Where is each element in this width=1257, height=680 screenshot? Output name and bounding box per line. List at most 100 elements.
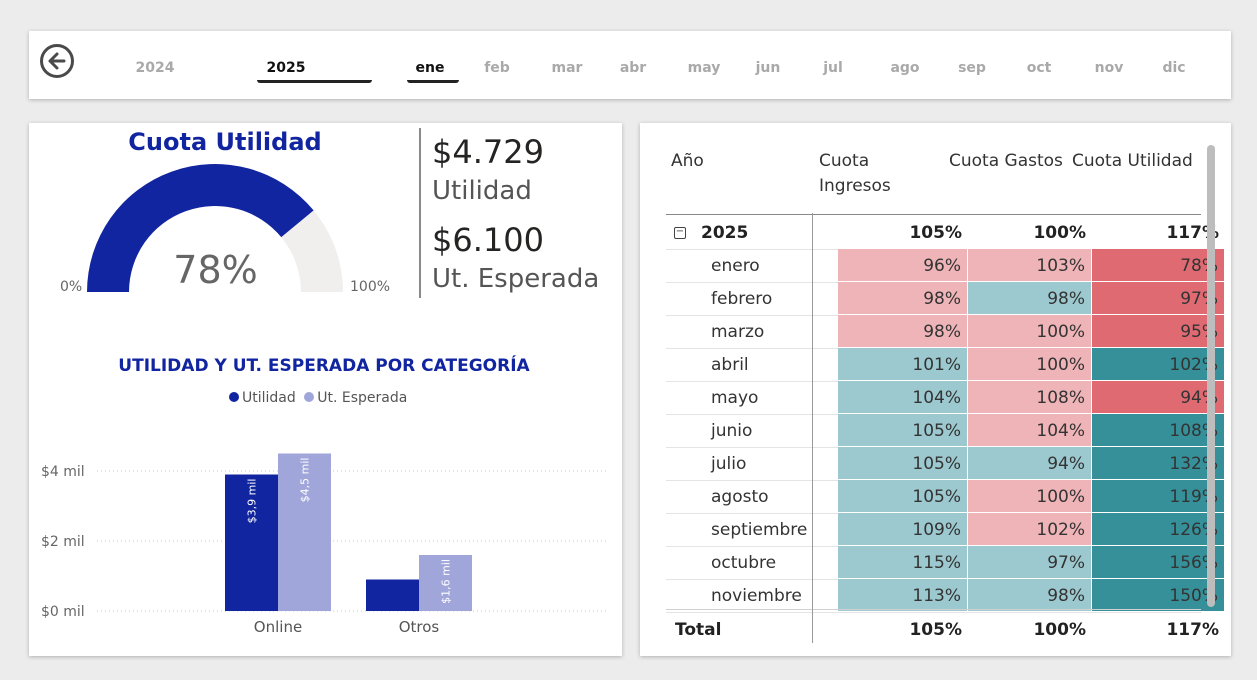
row-label: febrero (711, 289, 773, 309)
total-separator (666, 609, 1201, 610)
cuota-matrix-panel: Año Cuota Ingresos Cuota Gastos Cuota Ut… (640, 123, 1231, 656)
data-label: $4,5 mil (299, 458, 312, 503)
bar-utilidad-otros (366, 579, 419, 611)
cell-cuota-gastos: 97% (968, 546, 1092, 578)
cell-cuota-ingresos: 98% (838, 282, 968, 314)
cell-cuota-gastos: 100% (968, 348, 1092, 380)
cell-cuota-ingresos: 101% (838, 348, 968, 380)
cell-cuota-gastos: 100% (968, 480, 1092, 512)
year-row[interactable]: − 2025 105% 100% 117% (666, 216, 1219, 250)
data-label: $3,9 mil (246, 479, 259, 524)
month-jun[interactable]: jun (756, 60, 781, 76)
data-label: $1,6 mil (440, 559, 453, 604)
month-ago[interactable]: ago (890, 60, 919, 76)
cell-cuota-ingresos: 105% (909, 620, 962, 640)
row-label: septiembre (711, 520, 808, 540)
cell-cuota-gastos: 98% (968, 579, 1092, 611)
cell-cuota-gastos: 103% (968, 249, 1092, 281)
table-row[interactable]: marzo 98% 100% 95% (666, 315, 1225, 349)
table-row[interactable]: enero 96% 103% 78% (666, 249, 1225, 283)
table-row[interactable]: julio 105% 94% 132% (666, 447, 1225, 481)
cell-cuota-utilidad: 97% (1092, 282, 1225, 314)
row-label: enero (711, 256, 760, 276)
cell-cuota-gastos: 100% (968, 315, 1092, 347)
cell-cuota-ingresos: 96% (838, 249, 968, 281)
cell-cuota-utilidad: 108% (1092, 414, 1225, 446)
row-label: julio (711, 454, 747, 474)
selected-month-underline (407, 80, 459, 83)
y-tick-label: $4 mil (41, 464, 85, 480)
cell-cuota-gastos: 104% (968, 414, 1092, 446)
cell-cuota-utilidad: 117% (1166, 620, 1219, 640)
cell-cuota-ingresos: 105% (838, 480, 968, 512)
row-label: mayo (711, 388, 759, 408)
row-label: junio (711, 421, 753, 441)
cell-cuota-gastos: 108% (968, 381, 1092, 413)
month-abr[interactable]: abr (620, 60, 646, 76)
x-category-label: Otros (399, 618, 440, 636)
table-row[interactable]: febrero 98% 98% 97% (666, 282, 1225, 316)
table-row[interactable]: noviembre 113% 98% 150% (666, 579, 1225, 613)
row-label: noviembre (711, 586, 802, 606)
x-category-label: Online (254, 618, 302, 636)
table-row[interactable]: abril 101% 100% 102% (666, 348, 1225, 382)
cell-cuota-utilidad: 78% (1092, 249, 1225, 281)
y-tick-label: $0 mil (41, 604, 85, 620)
header-cuota-gastos[interactable]: Cuota Gastos (949, 149, 1063, 174)
month-mar[interactable]: mar (552, 60, 583, 76)
month-nov[interactable]: nov (1095, 60, 1124, 76)
collapse-minus-icon[interactable]: − (674, 227, 686, 239)
header-cuota-ingresos[interactable]: Cuota Ingresos (819, 149, 929, 199)
table-row[interactable]: junio 105% 104% 108% (666, 414, 1225, 448)
table-row[interactable]: agosto 105% 100% 119% (666, 480, 1225, 514)
cell-cuota-gastos: 102% (968, 513, 1092, 545)
vertical-scrollbar[interactable] (1207, 145, 1215, 607)
cell-cuota-ingresos: 109% (838, 513, 968, 545)
row-label: agosto (711, 487, 769, 507)
cell-cuota-utilidad: 94% (1092, 381, 1225, 413)
row-label: Total (675, 620, 722, 640)
table-row[interactable]: mayo 104% 108% 94% (666, 381, 1225, 415)
bar-chart: $0 mil $2 mil $4 mil $3,9 mil $4,5 mil Online… (41, 453, 607, 636)
cell-cuota-utilidad: 102% (1092, 348, 1225, 380)
selected-year-underline (257, 80, 372, 83)
cell-cuota-utilidad: 117% (1166, 223, 1219, 243)
cell-cuota-gastos: 94% (968, 447, 1092, 479)
cell-cuota-gastos: 98% (968, 282, 1092, 314)
month-may[interactable]: may (688, 60, 721, 76)
table-row[interactable]: septiembre 109% 102% 126% (666, 513, 1225, 547)
cell-cuota-utilidad: 150% (1092, 579, 1225, 611)
utilidad-panel: Cuota Utilidad 78% 0% 100% $4.729 Utilid… (29, 123, 622, 656)
cell-cuota-ingresos: 105% (838, 414, 968, 446)
timeline-slicer: 2024 2025 ene feb mar abr may jun jul ag… (29, 31, 1231, 99)
cell-cuota-ingresos: 115% (838, 546, 968, 578)
year-2024[interactable]: 2024 (136, 60, 175, 76)
month-feb[interactable]: feb (484, 60, 510, 76)
back-arrow-icon[interactable] (40, 44, 74, 78)
month-sep[interactable]: sep (958, 60, 986, 76)
cell-cuota-gastos: 100% (1033, 620, 1086, 640)
cell-cuota-utilidad: 156% (1092, 546, 1225, 578)
cell-cuota-ingresos: 113% (838, 579, 968, 611)
year-2025[interactable]: 2025 (267, 60, 306, 76)
month-oct[interactable]: oct (1027, 60, 1052, 76)
row-label: marzo (711, 322, 765, 342)
total-row[interactable]: Total 105% 100% 117% (666, 613, 1219, 646)
table-row[interactable]: octubre 115% 97% 156% (666, 546, 1225, 580)
cell-cuota-utilidad: 132% (1092, 447, 1225, 479)
row-label: octubre (711, 553, 777, 573)
header-year[interactable]: Año (671, 149, 704, 174)
month-jul[interactable]: jul (823, 60, 843, 76)
row-label: abril (711, 355, 749, 375)
month-ene[interactable]: ene (416, 60, 445, 76)
cell-cuota-ingresos: 98% (838, 315, 968, 347)
cell-cuota-ingresos: 104% (838, 381, 968, 413)
cell-cuota-utilidad: 126% (1092, 513, 1225, 545)
cell-cuota-utilidad: 119% (1092, 480, 1225, 512)
cell-cuota-ingresos: 105% (909, 223, 962, 243)
month-dic[interactable]: dic (1162, 60, 1185, 76)
row-label: 2025 (701, 223, 749, 243)
cell-cuota-utilidad: 95% (1092, 315, 1225, 347)
y-tick-label: $2 mil (41, 534, 85, 550)
header-cuota-utilidad[interactable]: Cuota Utilidad (1072, 149, 1193, 174)
